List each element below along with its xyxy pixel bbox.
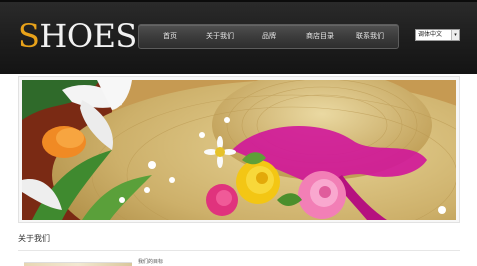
- section-divider: [18, 250, 460, 251]
- site-header: SHOES 首页 关于我们 品牌 商店目录 联系我们 调体中文 ▾: [0, 0, 477, 74]
- chevron-down-icon[interactable]: ▾: [451, 30, 459, 40]
- about-intro-text: 我们的目标: [138, 259, 164, 265]
- about-thumbnail: [24, 262, 132, 266]
- logo-first-letter: S: [18, 17, 40, 55]
- language-select-value: 调体中文: [418, 31, 443, 38]
- hero-banner-image: [22, 80, 456, 220]
- about-section-title: 关于我们: [18, 234, 50, 243]
- hero-banner-illustration: [22, 80, 456, 220]
- nav-item-brand[interactable]: 品牌: [262, 25, 276, 48]
- nav-item-contact[interactable]: 联系我们: [356, 25, 384, 48]
- nav-item-store-directory[interactable]: 商店目录: [306, 25, 334, 48]
- site-logo[interactable]: SHOES: [18, 16, 137, 56]
- nav-item-about[interactable]: 关于我们: [206, 25, 234, 48]
- logo-rest: HOES: [39, 17, 137, 55]
- language-select[interactable]: 调体中文 ▾: [415, 29, 460, 41]
- main-nav: 首页 关于我们 品牌 商店目录 联系我们: [138, 24, 399, 49]
- nav-item-home[interactable]: 首页: [163, 25, 177, 48]
